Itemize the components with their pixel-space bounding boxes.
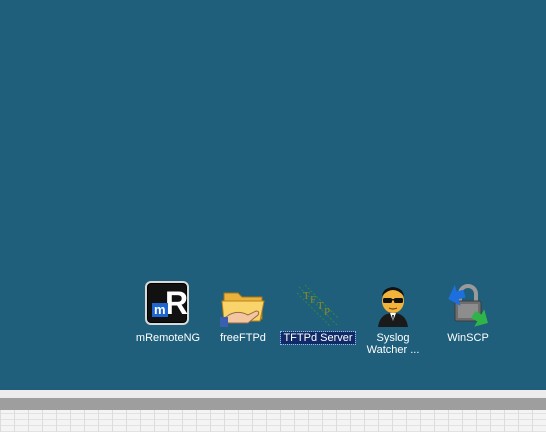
desktop-icon-freeftpd[interactable]: freeFTPd	[203, 278, 283, 364]
desktop-icon-label: WinSCP	[447, 332, 489, 344]
folder-hand-icon	[218, 279, 268, 329]
mremoteng-icon: R m	[143, 279, 193, 329]
agent-sunglasses-icon	[368, 279, 418, 329]
winscp-lock-icon	[443, 279, 493, 329]
tftpd-icon: T F T P	[293, 279, 343, 329]
desktop-icon-winscp[interactable]: WinSCP	[428, 278, 508, 364]
svg-text:F: F	[310, 294, 316, 306]
desktop-icon-label: freeFTPd	[220, 332, 266, 344]
taskbar-divider	[0, 398, 546, 410]
desktop-icon-tftpd-server[interactable]: T F T P TFTPd Server	[278, 278, 358, 364]
desktop-icon-syslog-watcher[interactable]: Syslog Watcher ...	[353, 278, 433, 364]
desktop-icon-label: Syslog Watcher ...	[366, 332, 420, 356]
svg-text:T: T	[303, 290, 310, 302]
taskbar[interactable]	[0, 410, 546, 432]
desktop-icon-label: mRemoteNG	[135, 332, 201, 344]
desktop-icon-mremoteng[interactable]: R m mRemoteNG	[128, 278, 208, 364]
svg-text:P: P	[324, 306, 330, 318]
svg-text:T: T	[317, 300, 324, 312]
desktop-icon-label: TFTPd Server	[280, 331, 356, 345]
taskbar-top-edge	[0, 390, 546, 398]
desktop[interactable]: R m mRemoteNG freeFTPd T F T P TFTPd Ser…	[0, 0, 546, 390]
